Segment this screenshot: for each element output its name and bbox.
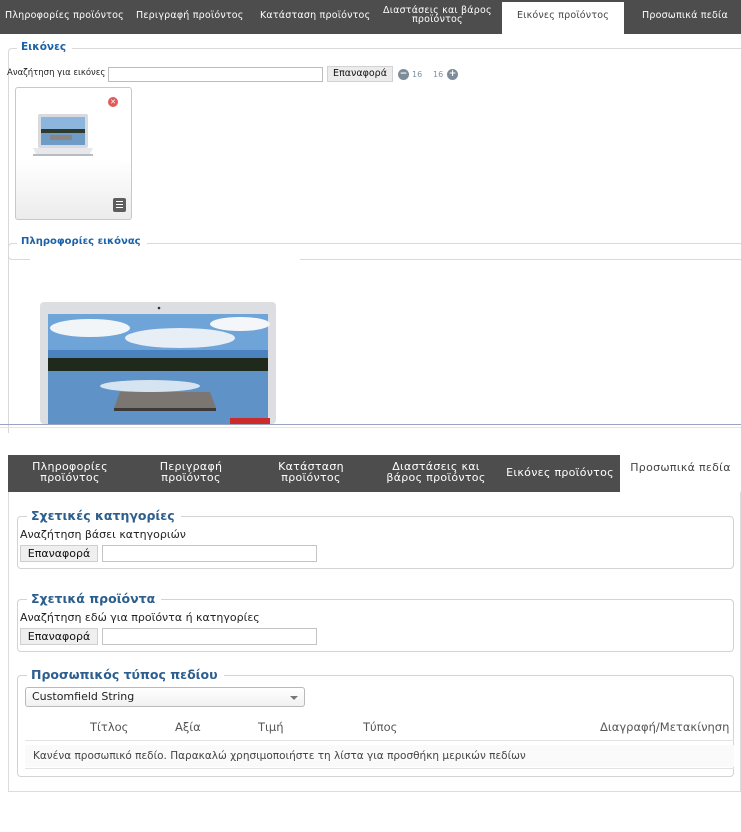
tab-dimensions-weight[interactable]: Διαστάσεις και βάρος προϊόντος: [383, 6, 492, 25]
pager-right-count: 16: [433, 70, 444, 79]
tab-dimensions-weight-line2: προϊόντος: [411, 14, 463, 25]
laptop-thumbnail-image: [33, 114, 93, 156]
top-tab-bar: Πληροφορίες προϊόντος Περιγραφή προϊόντο…: [0, 0, 741, 34]
column-type: Τύπος: [363, 720, 398, 734]
tab2-product-images[interactable]: Εικόνες προϊόντος: [504, 467, 616, 478]
tab-product-description[interactable]: Περιγραφή προϊόντος: [136, 10, 244, 21]
related-categories-search-label: Αναζήτηση βάσει κατηγοριών: [20, 528, 186, 541]
table-header-divider: [25, 740, 734, 741]
tab2-product-info[interactable]: Πληροφορίες προϊόντος: [20, 461, 120, 483]
tab2-product-info-line2: προϊόντος: [40, 471, 100, 484]
tab-product-images[interactable]: Εικόνες προϊόντος: [502, 2, 624, 34]
image-reset-button[interactable]: Επαναφορά: [327, 66, 393, 82]
images-legend: Εικόνες: [17, 41, 73, 53]
related-products-search-label: Αναζήτηση εδώ για προϊόντα ή κατηγορίες: [20, 611, 260, 624]
image-search-input[interactable]: [108, 67, 323, 82]
related-products-fieldset: Σχετικά προϊόντα Αναζήτηση εδώ για προϊό…: [17, 591, 734, 652]
column-delete-move: Διαγραφή/Μετακίνηση: [600, 720, 730, 734]
tab2-product-status-line2: προϊόντος: [281, 471, 341, 484]
related-products-reset-button[interactable]: Επαναφορά: [20, 628, 98, 645]
related-products-legend: Σχετικά προϊόντα: [27, 591, 162, 606]
column-title: Τίτλος: [90, 720, 129, 734]
pager-left-count: 16: [412, 70, 423, 79]
column-price: Τιμή: [258, 720, 284, 734]
laptop-large-image: [30, 258, 300, 424]
tab-custom-fields[interactable]: Προσωπικά πεδία: [642, 10, 728, 21]
related-categories-fieldset: Σχετικές κατηγορίες Αναζήτηση βάσει κατη…: [17, 508, 734, 569]
image-search-label: Αναζήτηση για εικόνες: [7, 68, 106, 78]
related-categories-legend: Σχετικές κατηγορίες: [27, 508, 181, 523]
plus-circle-icon[interactable]: +: [447, 69, 458, 80]
separator-line: [0, 424, 741, 425]
separator-line-light: [0, 427, 741, 428]
tab-product-info[interactable]: Πληροφορίες προϊόντος: [5, 10, 124, 21]
tab2-custom-fields[interactable]: Προσωπικά πεδία: [620, 455, 741, 492]
image-info-legend: Πληροφορίες εικόνας: [17, 236, 147, 247]
tab2-product-status[interactable]: Κατάσταση προϊόντος: [266, 461, 356, 483]
custom-field-type-selected: Customfield String: [32, 690, 135, 703]
tab-product-status[interactable]: Κατάσταση προϊόντος: [260, 10, 370, 21]
tab2-product-description-line2: προϊόντος: [161, 471, 221, 484]
tab2-dimensions-weight[interactable]: Διαστάσεις και βάρος προϊόντος: [376, 461, 496, 483]
tab2-dimensions-weight-line2: βάρος προϊόντος: [386, 471, 486, 484]
image-thumbnail-card[interactable]: ✕: [15, 87, 132, 220]
custom-field-type-fieldset: Προσωπικός τύπος πεδίου Customfield Stri…: [17, 667, 734, 777]
bottom-tab-bar: Πληροφορίες προϊόντος Περιγραφή προϊόντο…: [8, 455, 741, 492]
images-panel: Εικόνες Αναζήτηση για εικόνες Επαναφορά …: [0, 34, 741, 433]
minus-circle-icon[interactable]: −: [398, 69, 409, 80]
custom-field-type-select[interactable]: Customfield String: [25, 687, 305, 707]
custom-field-type-legend: Προσωπικός τύπος πεδίου: [27, 667, 224, 682]
dropdown-arrow-icon: [290, 696, 298, 700]
delete-icon[interactable]: ✕: [108, 97, 118, 107]
column-value: Αξία: [175, 720, 201, 734]
related-categories-reset-button[interactable]: Επαναφορά: [20, 545, 98, 562]
empty-table-message: Κανένα προσωπικό πεδίο. Παρακαλώ χρησιμο…: [25, 745, 734, 767]
edit-image-icon[interactable]: [113, 198, 126, 212]
custom-fields-panel: Σχετικές κατηγορίες Αναζήτηση βάσει κατη…: [8, 492, 741, 792]
tab2-product-description[interactable]: Περιγραφή προϊόντος: [146, 461, 236, 483]
related-products-search-input[interactable]: [102, 628, 317, 645]
table-footer-divider: [25, 768, 734, 769]
related-categories-search-input[interactable]: [102, 545, 317, 562]
